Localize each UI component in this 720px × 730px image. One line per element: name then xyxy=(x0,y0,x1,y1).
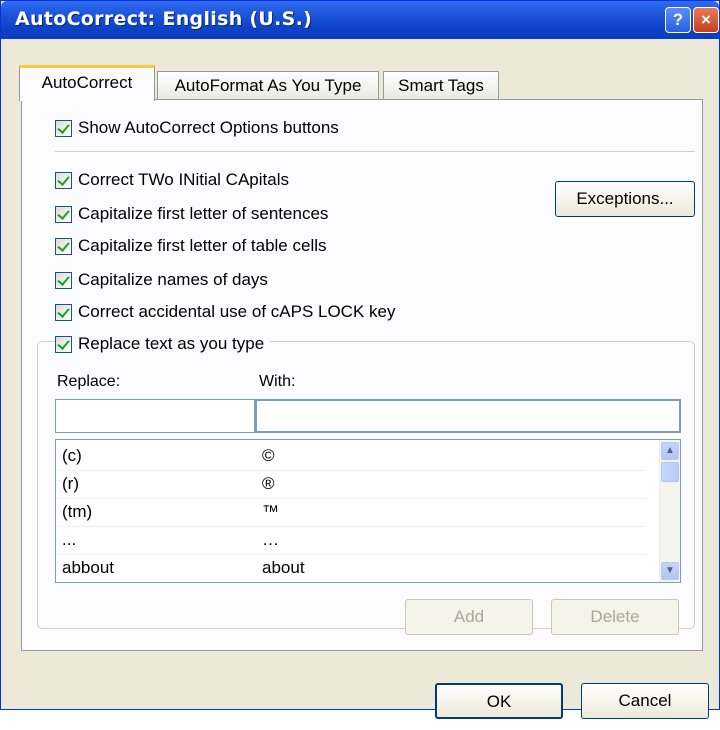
with-label: With: xyxy=(259,373,296,390)
show-autocorrect-options-checkbox[interactable]: Show AutoCorrect Options buttons xyxy=(55,115,339,141)
window-title: AutoCorrect: English (U.S.) xyxy=(15,8,313,30)
list-item[interactable]: (r) ® xyxy=(56,470,646,499)
replace-input[interactable] xyxy=(55,399,255,433)
capitalize-names-of-days-checkbox[interactable]: Capitalize names of days xyxy=(55,267,268,293)
entry-with: ® xyxy=(262,474,275,493)
entry-replace: (tm) xyxy=(62,502,93,521)
entry-replace: abbout xyxy=(62,558,114,577)
tab-label: AutoFormat As You Type xyxy=(174,76,362,95)
cancel-button[interactable]: Cancel xyxy=(581,683,709,719)
correct-two-initial-capitals-checkbox[interactable]: Correct TWo INitial CApitals xyxy=(55,167,289,193)
tab-label: AutoCorrect xyxy=(41,73,133,92)
checkbox-label: Capitalize first letter of sentences xyxy=(78,204,329,223)
close-icon: × xyxy=(701,10,711,29)
scroll-down-button[interactable]: ▼ xyxy=(661,562,679,580)
tab-label: Smart Tags xyxy=(398,76,484,95)
chevron-down-icon: ▼ xyxy=(665,565,675,576)
chevron-up-icon: ▲ xyxy=(665,445,675,456)
list-item[interactable]: (c) © xyxy=(56,442,646,471)
ok-button[interactable]: OK xyxy=(435,683,563,719)
list-item[interactable]: abbout about xyxy=(56,554,646,582)
exceptions-button[interactable]: Exceptions... xyxy=(555,181,695,217)
list-item[interactable]: ... … xyxy=(56,526,646,555)
help-button[interactable]: ? xyxy=(665,7,691,33)
button-label: OK xyxy=(486,692,512,711)
checkbox-checked[interactable] xyxy=(55,271,72,289)
entry-replace: (r) xyxy=(62,474,79,493)
checkbox-label: Replace text as you type xyxy=(78,334,265,353)
with-input[interactable] xyxy=(255,399,681,433)
checkbox-checked[interactable] xyxy=(55,205,72,223)
checkbox-checked[interactable] xyxy=(55,303,72,321)
entry-with: … xyxy=(262,530,279,549)
replace-label: Replace: xyxy=(57,373,121,390)
button-label: Delete xyxy=(590,607,640,626)
entry-with: ™ xyxy=(262,502,279,521)
scroll-up-button[interactable]: ▲ xyxy=(661,442,679,460)
checkbox-label: Capitalize first letter of table cells xyxy=(78,236,327,255)
replace-text-as-you-type-checkbox[interactable]: Replace text as you type xyxy=(55,331,271,357)
capitalize-first-letter-table-cells-checkbox[interactable]: Capitalize first letter of table cells xyxy=(55,233,327,259)
correct-caps-lock-checkbox[interactable]: Correct accidental use of cAPS LOCK key xyxy=(55,299,395,325)
checkbox-label: Correct TWo INitial CApitals xyxy=(78,170,289,189)
scroll-thumb[interactable] xyxy=(661,462,679,482)
help-icon: ? xyxy=(672,10,684,29)
entry-replace: (c) xyxy=(62,446,82,465)
tab-smart-tags[interactable]: Smart Tags xyxy=(383,71,499,99)
button-label: Cancel xyxy=(618,691,672,710)
checkbox-checked[interactable] xyxy=(55,119,72,137)
checkbox-label: Correct accidental use of cAPS LOCK key xyxy=(78,302,396,321)
checkbox-checked[interactable] xyxy=(55,171,72,189)
button-label: Exceptions... xyxy=(576,189,674,208)
close-button[interactable]: × xyxy=(693,7,719,33)
autocorrect-dialog: AutoCorrect: English (U.S.) ? × AutoCorr… xyxy=(0,0,720,719)
checkbox-checked[interactable] xyxy=(55,335,72,353)
tab-autoformat-as-you-type[interactable]: AutoFormat As You Type xyxy=(157,71,379,99)
entry-with: about xyxy=(262,558,305,577)
entry-with: © xyxy=(262,446,275,465)
tab-autocorrect[interactable]: AutoCorrect xyxy=(19,65,155,101)
title-bar[interactable]: AutoCorrect: English (U.S.) ? × xyxy=(1,1,719,39)
checkbox-label: Capitalize names of days xyxy=(78,270,268,289)
button-label: Add xyxy=(453,607,485,626)
checkbox-label: Show AutoCorrect Options buttons xyxy=(78,118,339,137)
add-button[interactable]: Add xyxy=(405,599,533,635)
separator xyxy=(55,151,695,152)
autocorrect-entries-list[interactable]: (c) © (r) ® (tm) ™ ... … abbout about ▲ … xyxy=(55,439,681,583)
capitalize-first-letter-sentences-checkbox[interactable]: Capitalize first letter of sentences xyxy=(55,201,328,227)
entry-replace: ... xyxy=(62,530,77,549)
delete-button[interactable]: Delete xyxy=(551,599,679,635)
list-item[interactable]: (tm) ™ xyxy=(56,498,646,527)
checkbox-checked[interactable] xyxy=(55,237,72,255)
list-scrollbar[interactable]: ▲ ▼ xyxy=(659,440,680,582)
